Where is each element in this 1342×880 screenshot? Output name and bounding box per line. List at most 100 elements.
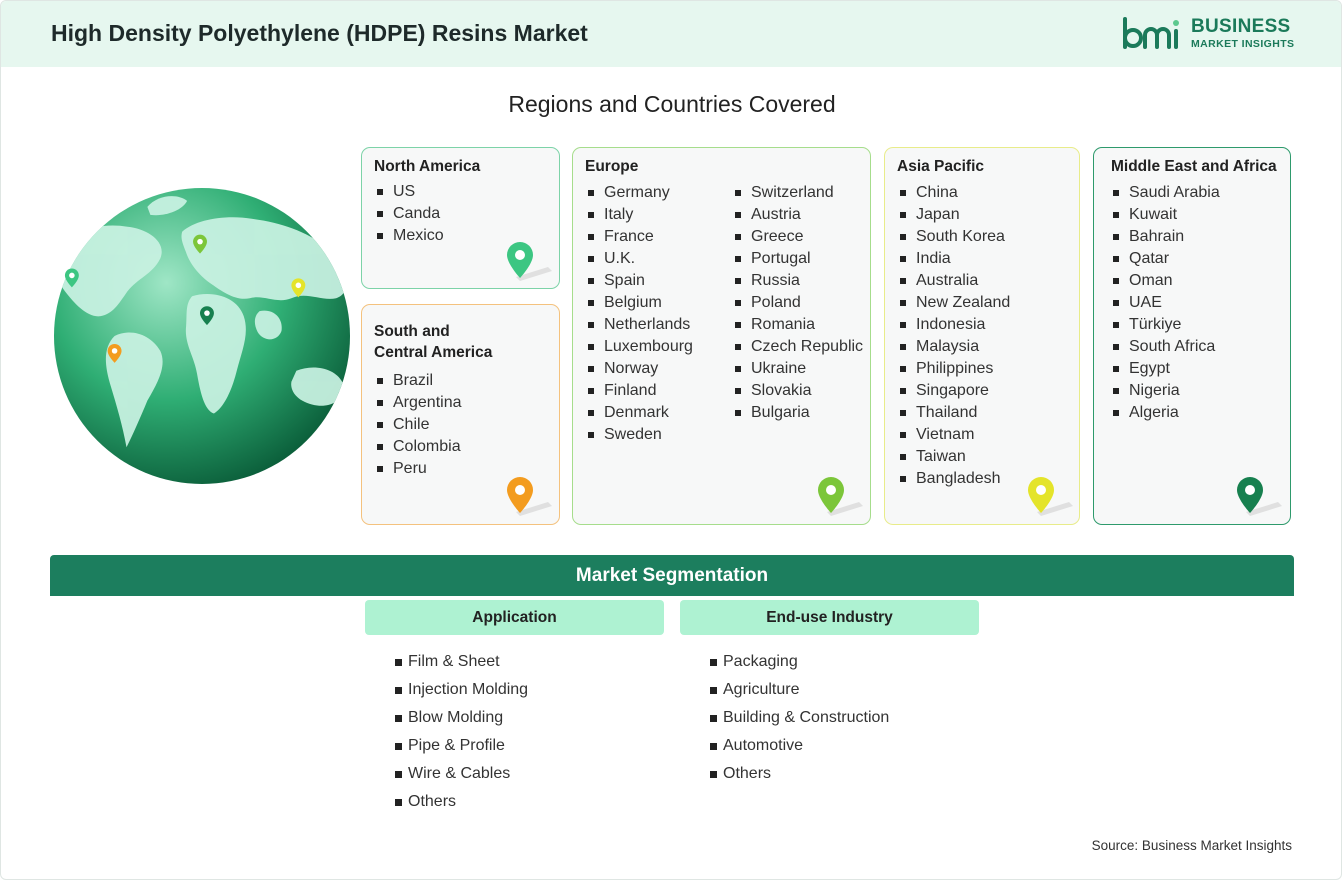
- list-item: Luxembourg: [587, 336, 693, 358]
- page-title: High Density Polyethylene (HDPE) Resins …: [51, 20, 588, 46]
- list-item: Egypt: [1112, 358, 1220, 380]
- list-item: Kuwait: [1112, 204, 1220, 226]
- list-item: Saudi Arabia: [1112, 182, 1220, 204]
- logo-text-market-insights: MARKET INSIGHTS: [1191, 38, 1295, 50]
- list-item: Spain: [587, 270, 693, 292]
- list-item: Agriculture: [710, 676, 889, 704]
- list-item: Slovakia: [734, 380, 863, 402]
- region-name: South and Central America: [374, 321, 492, 363]
- list-item: Others: [395, 788, 528, 816]
- list-item: Qatar: [1112, 248, 1220, 270]
- list-item: Netherlands: [587, 314, 693, 336]
- country-list: Saudi Arabia Kuwait Bahrain Qatar Oman U…: [1112, 182, 1220, 424]
- list-item: Switzerland: [734, 182, 863, 204]
- list-item: Malaysia: [899, 336, 1010, 358]
- list-item: New Zealand: [899, 292, 1010, 314]
- country-list: Brazil Argentina Chile Colombia Peru: [376, 370, 462, 480]
- list-item: Oman: [1112, 270, 1220, 292]
- region-name-line2: Central America: [374, 344, 493, 361]
- country-list-col1: Germany Italy France U.K. Spain Belgium …: [587, 182, 693, 446]
- map-pin-icon: [507, 477, 552, 516]
- list-item: Belgium: [587, 292, 693, 314]
- list-item: Building & Construction: [710, 704, 889, 732]
- logo-text-business: BUSINESS: [1191, 16, 1291, 37]
- map-pin-icon: [1028, 477, 1073, 516]
- list-item: Pipe & Profile: [395, 732, 528, 760]
- region-name: Europe: [585, 158, 639, 175]
- list-item: Algeria: [1112, 402, 1220, 424]
- company-logo: BUSINESS MARKET INSIGHTS: [1121, 15, 1301, 55]
- list-item: Sweden: [587, 424, 693, 446]
- country-list-col2: Switzerland Austria Greece Portugal Russ…: [734, 182, 863, 424]
- list-item: Italy: [587, 204, 693, 226]
- list-item: Others: [710, 760, 889, 788]
- list-item: Russia: [734, 270, 863, 292]
- list-item: Mexico: [376, 225, 444, 247]
- country-list: China Japan South Korea India Australia …: [899, 182, 1010, 490]
- list-item: China: [899, 182, 1010, 204]
- list-item: Chile: [376, 414, 462, 436]
- list-item: South Africa: [1112, 336, 1220, 358]
- list-item: Peru: [376, 458, 462, 480]
- region-europe: Europe Germany Italy France U.K. Spain B…: [572, 147, 871, 525]
- list-item: Taiwan: [899, 446, 1010, 468]
- list-item: Australia: [899, 270, 1010, 292]
- header: High Density Polyethylene (HDPE) Resins …: [1, 1, 1341, 67]
- list-item: Thailand: [899, 402, 1010, 424]
- map-pin-icon: [1237, 477, 1282, 516]
- list-item: Singapore: [899, 380, 1010, 402]
- list-item: U.K.: [587, 248, 693, 270]
- list-item: Packaging: [710, 648, 889, 676]
- list-item: Colombia: [376, 436, 462, 458]
- region-name: Asia Pacific: [897, 158, 985, 175]
- bmi-logo-icon: [1123, 17, 1179, 49]
- list-item: Germany: [587, 182, 693, 204]
- list-item: Indonesia: [899, 314, 1010, 336]
- list-item: Norway: [587, 358, 693, 380]
- regions-title: Regions and Countries Covered: [508, 91, 836, 117]
- region-middle-east-africa: Middle East and Africa Saudi Arabia Kuwa…: [1093, 147, 1291, 525]
- list-item: Ukraine: [734, 358, 863, 380]
- list-item: Injection Molding: [395, 676, 528, 704]
- list-item: Portugal: [734, 248, 863, 270]
- list-item: UAE: [1112, 292, 1220, 314]
- segment-header-end-use-industry: End-use Industry: [680, 600, 979, 635]
- region-asia-pacific: Asia Pacific China Japan South Korea Ind…: [884, 147, 1080, 525]
- list-item: Philippines: [899, 358, 1010, 380]
- list-item: Nigeria: [1112, 380, 1220, 402]
- map-pin-icon: [507, 242, 552, 281]
- list-item: Canda: [376, 203, 444, 225]
- list-item: India: [899, 248, 1010, 270]
- list-item: France: [587, 226, 693, 248]
- list-item: Czech Republic: [734, 336, 863, 358]
- list-item: Denmark: [587, 402, 693, 424]
- list-item: Bahrain: [1112, 226, 1220, 248]
- list-item: US: [376, 181, 444, 203]
- region-name-line1: South and: [374, 323, 450, 340]
- list-item: Japan: [899, 204, 1010, 226]
- list-item: Automotive: [710, 732, 889, 760]
- region-south-central-america: South and Central America Brazil Argenti…: [361, 304, 560, 525]
- region-north-america: North America US Canda Mexico: [361, 147, 560, 289]
- list-item: Bangladesh: [899, 468, 1010, 490]
- end-use-industry-list: Packaging Agriculture Building & Constru…: [710, 648, 889, 788]
- list-item: Argentina: [376, 392, 462, 414]
- list-item: Bulgaria: [734, 402, 863, 424]
- segment-header-application: Application: [365, 600, 664, 635]
- list-item: Wire & Cables: [395, 760, 528, 788]
- list-item: Greece: [734, 226, 863, 248]
- application-list: Film & Sheet Injection Molding Blow Mold…: [395, 648, 528, 816]
- list-item: Romania: [734, 314, 863, 336]
- region-name: Middle East and Africa: [1111, 158, 1277, 175]
- list-item: Blow Molding: [395, 704, 528, 732]
- country-list: US Canda Mexico: [376, 181, 444, 247]
- list-item: Türkiye: [1112, 314, 1220, 336]
- list-item: Vietnam: [899, 424, 1010, 446]
- list-item: Brazil: [376, 370, 462, 392]
- market-segmentation-bar: Market Segmentation: [50, 555, 1294, 596]
- list-item: Finland: [587, 380, 693, 402]
- globe-icon: [53, 187, 351, 485]
- list-item: South Korea: [899, 226, 1010, 248]
- infographic-frame: High Density Polyethylene (HDPE) Resins …: [0, 0, 1342, 880]
- list-item: Poland: [734, 292, 863, 314]
